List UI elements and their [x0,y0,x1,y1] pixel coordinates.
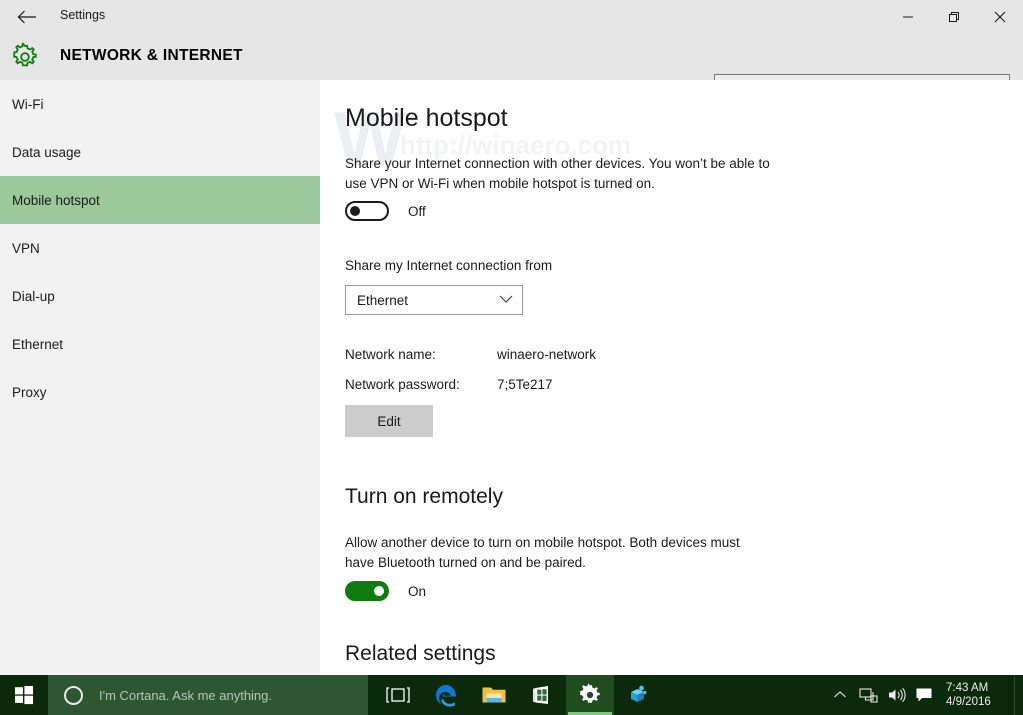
chevron-up-icon [833,690,847,700]
sidebar-item-data-usage[interactable]: Data usage [0,128,320,176]
clock[interactable]: 7:43 AM 4/9/2016 [938,675,1014,715]
cortana-circle-icon [64,686,83,705]
task-view-icon [385,685,411,705]
windows-start-icon [14,685,34,705]
tray-expand-button[interactable] [826,675,854,715]
mobile-hotspot-toggle-label: Off [408,204,426,219]
edit-button[interactable]: Edit [345,405,433,437]
mobile-hotspot-toggle[interactable] [345,201,389,221]
volume-button[interactable] [882,675,910,715]
sidebar-item-label: Data usage [12,145,81,160]
sidebar-nav: Wi-Fi Data usage Mobile hotspot VPN Dial… [0,80,320,675]
page-title: Mobile hotspot [345,104,508,133]
toggle-knob [350,206,360,216]
blue-cube-app-button[interactable] [614,675,662,715]
title-bar: Settings [0,0,1023,33]
microsoft-store-icon [530,683,554,707]
taskbar: I'm Cortana. Ask me anything. [0,675,1023,715]
toggle-knob [374,586,384,596]
settings-icon [578,683,602,707]
maximize-icon [948,11,960,23]
chevron-down-icon [499,295,513,304]
minimize-icon [902,11,914,23]
share-from-dropdown[interactable]: Ethernet [345,285,523,315]
minimize-button[interactable] [885,0,931,33]
network-name-value: winaero-network [497,347,596,362]
microsoft-store-button[interactable] [518,675,566,715]
settings-window: Settings NET [0,0,1023,675]
cortana-placeholder: I'm Cortana. Ask me anything. [99,688,272,703]
edge-browser-button[interactable] [422,675,470,715]
hotspot-toggle-row: Off [345,201,426,221]
edge-browser-icon [433,682,459,708]
network-status-button[interactable] [854,675,882,715]
volume-icon [887,687,906,703]
back-arrow-icon [17,10,37,24]
sidebar-item-wifi[interactable]: Wi-Fi [0,80,320,128]
hotspot-description: Share your Internet connection with othe… [345,154,775,194]
clock-date: 4/9/2016 [946,695,991,709]
sidebar-item-label: Dial-up [12,289,55,304]
sidebar-item-dial-up[interactable]: Dial-up [0,272,320,320]
sidebar-item-label: Proxy [12,385,47,400]
system-tray: 7:43 AM 4/9/2016 [826,675,1023,715]
page-header: NETWORK & INTERNET [0,33,1023,80]
network-name-label: Network name: [345,347,436,362]
task-view-button[interactable] [374,675,422,715]
start-button[interactable] [0,675,48,715]
clock-time: 7:43 AM [946,681,988,695]
sidebar-item-proxy[interactable]: Proxy [0,368,320,416]
page-title-header: NETWORK & INTERNET [60,47,243,65]
sidebar-item-label: Mobile hotspot [12,193,100,208]
turn-on-remotely-title: Turn on remotely [345,485,503,509]
maximize-button[interactable] [931,0,977,33]
window-controls [885,0,1023,33]
remote-toggle-row: On [345,581,426,601]
taskbar-apps [374,675,662,715]
notifications-button[interactable] [910,675,938,715]
network-icon [859,687,878,704]
cortana-search-box[interactable]: I'm Cortana. Ask me anything. [48,675,368,715]
turn-on-remotely-toggle-label: On [408,584,426,599]
share-from-label: Share my Internet connection from [345,258,552,273]
gear-icon [10,42,40,72]
turn-on-remotely-description: Allow another device to turn on mobile h… [345,533,765,573]
share-from-selected-value: Ethernet [346,293,408,308]
blue-cube-app-icon [626,683,650,707]
sidebar-item-label: Wi-Fi [12,97,43,112]
close-button[interactable] [977,0,1023,33]
network-password-value: 7;5Te217 [497,377,553,392]
show-desktop-button[interactable] [1014,675,1023,715]
settings-taskbar-button[interactable] [566,675,614,715]
sidebar-item-label: VPN [12,241,40,256]
sidebar-item-label: Ethernet [12,337,63,352]
close-icon [994,11,1006,23]
sidebar-item-vpn[interactable]: VPN [0,224,320,272]
network-password-label: Network password: [345,377,460,392]
related-settings-title: Related settings [345,642,496,666]
sidebar-item-mobile-hotspot[interactable]: Mobile hotspot [0,176,320,224]
settings-content: W http://winaero.com Mobile hotspot Shar… [320,80,1023,675]
notifications-icon [915,687,933,703]
sidebar-item-ethernet[interactable]: Ethernet [0,320,320,368]
file-explorer-icon [481,684,507,706]
window-title: Settings [60,8,105,22]
file-explorer-button[interactable] [470,675,518,715]
turn-on-remotely-toggle[interactable] [345,581,389,601]
back-button[interactable] [6,0,48,33]
